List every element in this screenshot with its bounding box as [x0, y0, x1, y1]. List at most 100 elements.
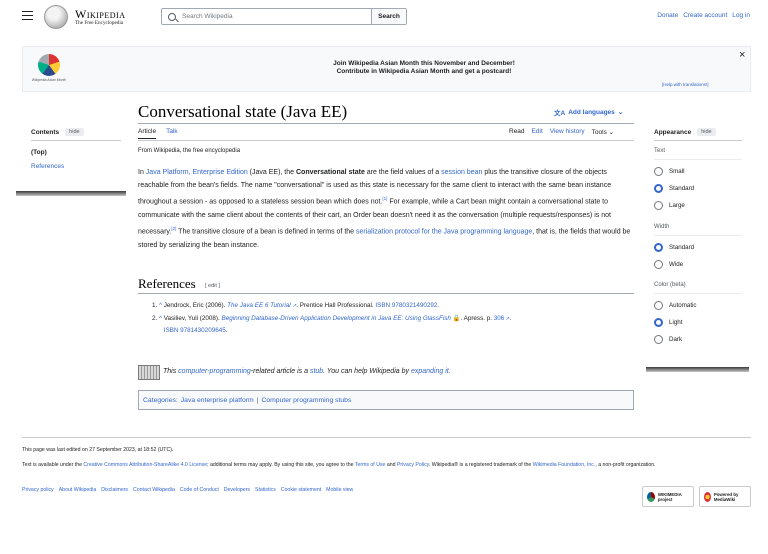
toc-divider: [31, 140, 121, 141]
page-title: Conversational state (Java EE): [138, 102, 348, 121]
wikipedia-asian-month-logo: [38, 54, 60, 76]
cc-license-link[interactable]: Creative Commons Attribution-ShareAlike …: [83, 462, 207, 468]
tab-read[interactable]: Read: [509, 128, 525, 136]
footer-divider: [22, 437, 751, 438]
footer-link[interactable]: Privacy policy: [22, 487, 54, 493]
radio-color-dark[interactable]: Dark: [654, 335, 682, 344]
backlink-caret[interactable]: ^: [159, 315, 162, 322]
footer-link[interactable]: Statistics: [255, 487, 276, 493]
isbn-link[interactable]: ISBN 9781430209645: [164, 327, 226, 334]
serialization-link[interactable]: serialization protocol for the Java prog…: [356, 228, 532, 235]
stub-icon: [138, 365, 160, 380]
reference-list: 1. ^ Jendrock, Eric (2006). The Java EE …: [152, 300, 612, 338]
java-ee-link[interactable]: Java Platform, Enterprise Edition: [146, 169, 248, 176]
radio-color-automatic[interactable]: Automatic: [654, 301, 697, 310]
tools-label: Tools: [591, 129, 607, 136]
footer-link[interactable]: Contact Wikipedia: [133, 487, 175, 493]
session-bean-link[interactable]: session bean: [441, 169, 482, 176]
radio-button: [654, 301, 663, 310]
banner-help-link[interactable]: [Help with translations!]: [662, 82, 709, 87]
category-box: Categories: Java enterprise platform | C…: [138, 390, 634, 410]
radio-button-selected: [654, 184, 663, 193]
category-link[interactable]: Java enterprise platform: [181, 397, 254, 404]
radio-button: [654, 201, 663, 210]
computer-programming-link[interactable]: computer-programming: [178, 368, 251, 375]
chevron-down-icon: ⌄: [608, 129, 615, 136]
footer-links: Privacy policy About Wikipedia Disclaime…: [22, 487, 353, 493]
backlink-caret[interactable]: ^: [159, 302, 162, 309]
radio-text-large[interactable]: Large: [654, 201, 685, 210]
namespace-tabs: Article Talk: [138, 128, 178, 139]
toc-item-top[interactable]: (Top): [31, 149, 47, 156]
chevron-down-icon: ⌄: [617, 109, 624, 116]
banner-logo-caption: Wikipedia Asian Month: [31, 78, 67, 82]
group-divider: [654, 293, 742, 294]
toc-hide-button[interactable]: hide: [65, 128, 84, 136]
tab-talk[interactable]: Talk: [166, 128, 178, 139]
privacy-link[interactable]: Privacy Policy: [397, 462, 429, 468]
text-size-label: Text: [654, 148, 666, 154]
site-sub: From Wikipedia, the free encyclopedia: [138, 148, 241, 154]
reference-item: 2. ^ Vasiliev, Yuli (2008). Beginning Da…: [152, 313, 612, 338]
footer-link[interactable]: Disclaimers: [101, 487, 128, 493]
color-label: Color (beta): [654, 282, 686, 288]
tab-article[interactable]: Article: [138, 128, 157, 139]
radio-width-wide[interactable]: Wide: [654, 260, 683, 269]
wikipedia-tagline: The Free Encyclopedia: [75, 20, 124, 26]
search-input[interactable]: Search Wikipedia: [182, 13, 371, 20]
category-link[interactable]: Computer programming stubs: [261, 397, 351, 404]
isbn-link[interactable]: ISBN 9780321490292: [375, 302, 437, 309]
references-edit-link[interactable]: [ edit ]: [205, 283, 220, 289]
banner-message[interactable]: Join Wikipedia Asian Month this November…: [240, 60, 608, 76]
wikimedia-foundation-link[interactable]: Wikimedia Foundation, Inc.: [533, 462, 596, 468]
radio-text-standard[interactable]: Standard: [654, 184, 694, 193]
radio-button: [654, 167, 663, 176]
radio-color-light[interactable]: Light: [654, 318, 682, 327]
main-menu-button[interactable]: [22, 11, 33, 20]
wikimedia-logo-icon: [647, 491, 655, 502]
footer-link[interactable]: Developers: [224, 487, 250, 493]
appearance-hide-button[interactable]: hide: [697, 128, 716, 136]
toc-heading: Contents: [31, 128, 60, 136]
add-languages-button[interactable]: 文A Add languages ⌄: [554, 107, 624, 118]
category-separator: |: [256, 396, 259, 404]
expand-link[interactable]: expanding it: [411, 368, 449, 375]
mediawiki-logo-icon: [704, 491, 711, 502]
footer-link[interactable]: About Wikipedia: [59, 487, 97, 493]
appearance-scroll-shadow: [646, 367, 749, 372]
wikipedia-logo[interactable]: [44, 5, 68, 29]
tab-edit[interactable]: Edit: [532, 128, 543, 136]
radio-text-small[interactable]: Small: [654, 167, 684, 176]
footer-link[interactable]: Code of Conduct: [180, 487, 219, 493]
wikimedia-project-badge[interactable]: WIKIMEDIA project: [642, 486, 694, 507]
reference-item: 1. ^ Jendrock, Eric (2006). The Java EE …: [152, 300, 612, 313]
radio-button-selected: [654, 318, 663, 327]
width-label: Width: [654, 224, 670, 230]
tab-view-history[interactable]: View history: [550, 128, 585, 136]
title-divider: [138, 123, 634, 124]
toc-item-references[interactable]: References: [31, 163, 64, 170]
reference-title-link[interactable]: Beginning Database-Driven Application De…: [222, 315, 451, 322]
close-icon[interactable]: ×: [739, 49, 745, 61]
stub-link[interactable]: stub: [310, 368, 323, 375]
donate-link[interactable]: Donate: [657, 12, 678, 19]
stub-notice: This computer-programming-related articl…: [163, 368, 451, 375]
group-divider: [654, 159, 742, 160]
tools-menu[interactable]: Tools ⌄: [592, 128, 614, 136]
footer-link[interactable]: Mobile view: [326, 487, 353, 493]
toc-scroll-shadow: [16, 191, 126, 196]
add-languages-label: Add languages: [568, 108, 615, 116]
footer-link[interactable]: Cookie statement: [281, 487, 321, 493]
appearance-heading: Appearance: [654, 128, 692, 136]
search-button[interactable]: Search: [371, 9, 406, 24]
powered-by-mediawiki-badge[interactable]: Powered by MediaWiki: [699, 486, 751, 507]
references-heading: References: [138, 276, 196, 291]
terms-link[interactable]: Terms of Use: [355, 462, 386, 468]
categories-label[interactable]: Categories:: [143, 397, 178, 404]
login-link[interactable]: Log in: [732, 12, 750, 19]
create-account-link[interactable]: Create account: [683, 12, 727, 19]
page-link[interactable]: 306: [494, 315, 510, 322]
banner-line-1: Join Wikipedia Asian Month this November…: [333, 60, 515, 67]
radio-width-standard[interactable]: Standard: [654, 243, 694, 252]
reference-title-link[interactable]: The Java EE 6 Tutorial: [227, 302, 296, 309]
